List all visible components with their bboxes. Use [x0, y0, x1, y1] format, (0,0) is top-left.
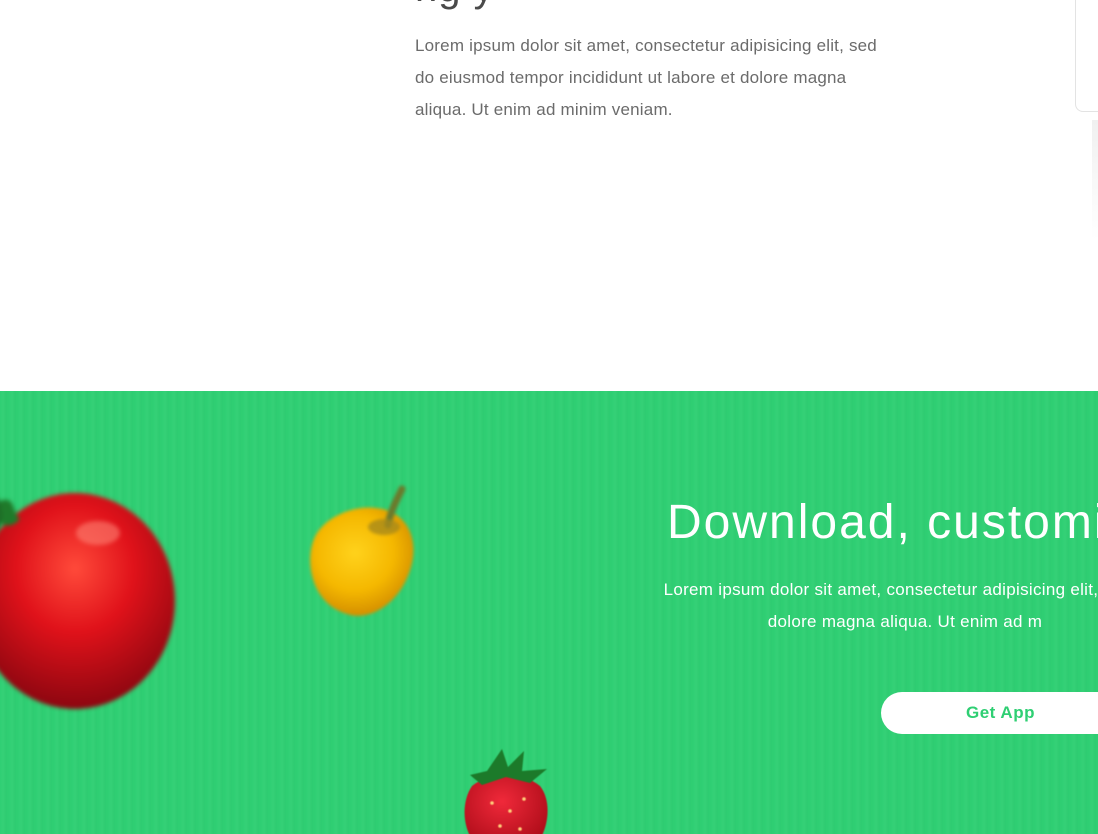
feature-section: ng y Lorem ipsum dolor sit amet, consect… [0, 0, 1098, 391]
download-description-line1: Lorem ipsum dolor sit amet, consectetur … [663, 580, 1098, 599]
bell-pepper-icon [310, 485, 414, 616]
download-description-line2: dolore magna aliqua. Ut enim ad m [767, 612, 1043, 631]
download-title: Download, customiz [667, 496, 1098, 549]
download-section: Download, customiz Lorem ipsum dolor sit… [0, 391, 1098, 834]
get-app-button-label: Get App [966, 703, 1035, 722]
tomato-icon [0, 493, 175, 709]
phone-mockup-edge [1075, 0, 1098, 112]
landing-page: ng y Lorem ipsum dolor sit amet, consect… [0, 0, 1098, 834]
download-description: Lorem ipsum dolor sit amet, consectetur … [585, 574, 1098, 638]
strawberry-icon [464, 749, 548, 834]
feature-description: Lorem ipsum dolor sit amet, consectetur … [415, 36, 877, 119]
feature-heading: ng y [415, 0, 495, 8]
mockup-shadow [1092, 120, 1098, 240]
get-app-button[interactable]: Get App [881, 692, 1098, 734]
